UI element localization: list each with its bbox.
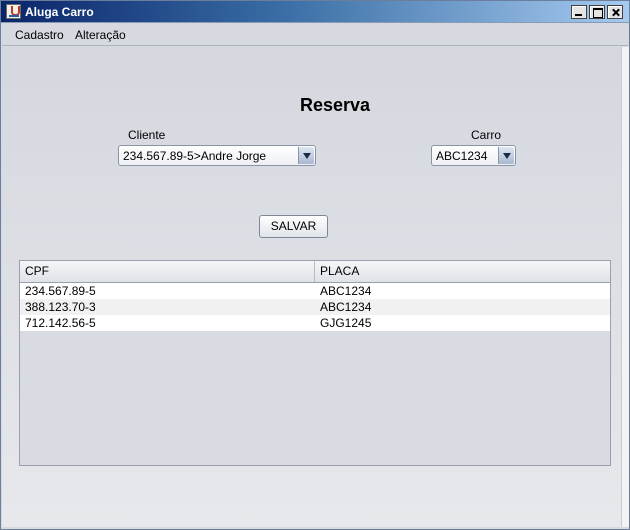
cliente-label: Cliente — [128, 128, 166, 142]
cell-placa: ABC1234 — [320, 284, 372, 298]
table-header: CPF PLACA — [20, 261, 610, 283]
cell-placa: GJG1245 — [320, 316, 372, 330]
table-row[interactable]: 712.142.56-5 GJG1245 — [20, 315, 610, 331]
table-row[interactable]: 234.567.89-5 ABC1234 — [20, 283, 610, 299]
cell-placa: ABC1234 — [320, 300, 372, 314]
menu-bar: Cadastro Alteração — [2, 24, 628, 46]
cliente-selected-value: 234.567.89-5>Andre Jorge — [123, 149, 267, 163]
carro-select[interactable]: ABC1234 — [431, 145, 516, 166]
carro-selected-value: ABC1234 — [436, 149, 488, 163]
window-edge — [621, 47, 629, 527]
reservations-table: CPF PLACA 234.567.89-5 ABC1234 388.123.7… — [19, 260, 611, 466]
carro-label: Carro — [471, 128, 502, 142]
title-bar[interactable]: Aluga Carro — [1, 1, 629, 23]
column-header-placa[interactable]: PLACA — [315, 261, 610, 282]
dropdown-arrow-icon[interactable] — [298, 147, 314, 164]
dropdown-arrow-icon[interactable] — [498, 147, 514, 164]
cell-cpf: 712.142.56-5 — [25, 316, 96, 330]
save-button[interactable]: SALVAR — [259, 215, 328, 238]
menu-cadastro[interactable]: Cadastro — [15, 28, 64, 42]
app-window: Aluga Carro Cadastro Alteração Reserva C… — [0, 0, 630, 530]
maximize-icon[interactable] — [589, 5, 605, 19]
cliente-select[interactable]: 234.567.89-5>Andre Jorge — [118, 145, 316, 166]
page-title: Reserva — [300, 95, 371, 115]
table-body: 234.567.89-5 ABC1234 388.123.70-3 ABC123… — [20, 283, 610, 331]
cell-cpf: 388.123.70-3 — [25, 300, 96, 314]
table-row[interactable]: 388.123.70-3 ABC1234 — [20, 299, 610, 315]
minimize-icon[interactable] — [571, 5, 587, 19]
menu-alteracao[interactable]: Alteração — [75, 28, 126, 42]
window-title: Aluga Carro — [25, 5, 94, 19]
java-app-icon — [6, 4, 21, 19]
column-header-cpf[interactable]: CPF — [20, 261, 315, 282]
cell-cpf: 234.567.89-5 — [25, 284, 96, 298]
close-icon[interactable] — [607, 5, 623, 19]
